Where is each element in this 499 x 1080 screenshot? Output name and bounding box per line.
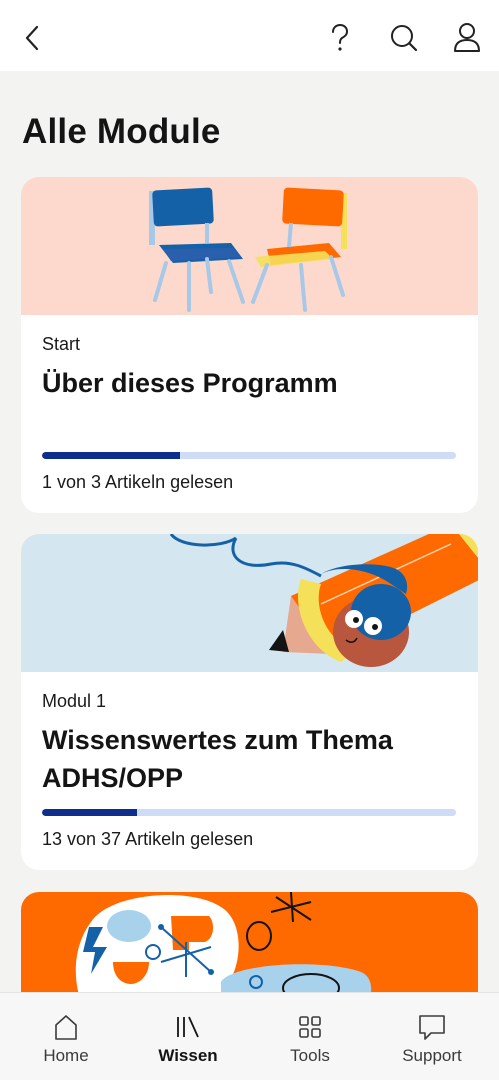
progress-status: 1 von 3 Artikeln gelesen [42, 472, 234, 492]
top-app-bar [0, 0, 499, 71]
chevron-left-icon[interactable] [12, 18, 52, 58]
module-title: Wissenswertes zum Thema ADHS/OPP [42, 725, 393, 793]
progress-bar [42, 809, 456, 816]
progress-bar-fill [42, 809, 138, 816]
progress-bar-fill [42, 452, 180, 459]
question-mark-icon[interactable] [320, 18, 360, 58]
nav-item-support[interactable]: Support [377, 993, 487, 1080]
module-kicker: Start [42, 334, 81, 354]
module-card-start[interactable]: Start Über dieses Programm 1 von 3 Artik… [21, 177, 478, 513]
nav-item-tools[interactable]: Tools [255, 993, 365, 1080]
module-kicker: Modul 1 [42, 691, 107, 711]
nav-item-label: Support [402, 1046, 462, 1065]
module-banner-chairs-illustration [21, 177, 478, 315]
module-card-modul-1[interactable]: Modul 1 Wissenswertes zum Thema ADHS/OPP… [21, 534, 478, 870]
search-icon[interactable] [384, 18, 424, 58]
nav-item-home[interactable]: Home [11, 993, 121, 1080]
nav-item-label: Wissen [158, 1046, 218, 1065]
page-title: Alle Module [22, 112, 221, 151]
progress-status: 13 von 37 Artikeln gelesen [42, 829, 254, 849]
module-title: Über dieses Programm [42, 368, 338, 398]
nav-item-label: Tools [290, 1046, 330, 1065]
library-icon [173, 1013, 203, 1041]
user-icon[interactable] [447, 18, 487, 58]
nav-item-label: Home [43, 1046, 89, 1065]
module-banner-pencil-illustration [21, 534, 478, 672]
progress-bar [42, 452, 456, 459]
chat-bubble-icon [417, 1013, 447, 1041]
nav-item-wissen[interactable]: Wissen [133, 993, 243, 1080]
bottom-navigation: Home Wissen Tools Support [0, 992, 499, 1080]
home-icon [51, 1013, 81, 1041]
grid-icon [295, 1013, 325, 1041]
